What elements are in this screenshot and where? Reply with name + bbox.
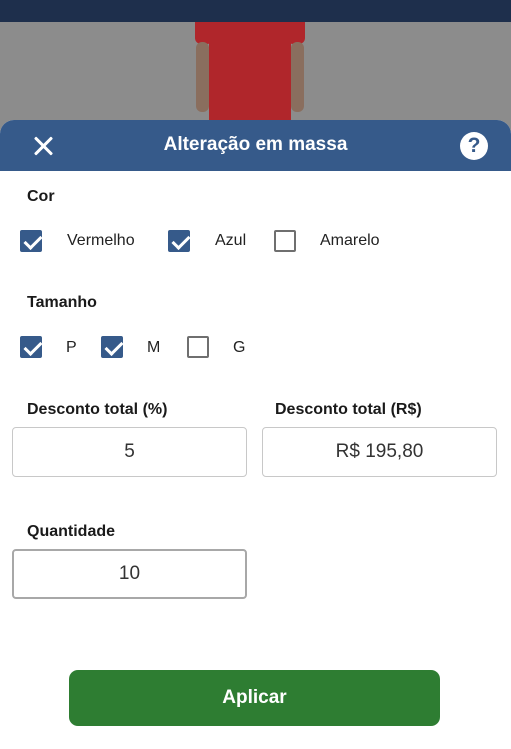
desconto-rs-input[interactable]: R$ 195,80: [262, 427, 497, 477]
model-arm-right: [291, 42, 304, 112]
quantidade-label: Quantidade: [27, 523, 116, 540]
checkbox-m[interactable]: [101, 336, 123, 358]
product-image-backdrop: [0, 22, 511, 132]
model-arm-left: [196, 42, 209, 112]
tamanho-label: Tamanho: [27, 294, 97, 311]
sheet-title: Alteração em massa: [163, 134, 348, 155]
desconto-pct-input[interactable]: 5: [12, 427, 247, 477]
apply-button[interactable]: Aplicar: [69, 670, 440, 726]
desconto-rs-label: Desconto total (R$): [275, 401, 422, 418]
checkbox-p[interactable]: [20, 336, 42, 358]
help-icon[interactable]: ?: [460, 132, 488, 160]
option-label-amarelo: Amarelo: [320, 232, 380, 249]
checkbox-g[interactable]: [187, 336, 209, 358]
quantidade-input[interactable]: 10: [12, 549, 247, 599]
checkbox-amarelo[interactable]: [274, 230, 296, 252]
checkbox-azul[interactable]: [168, 230, 190, 252]
option-label-azul: Azul: [215, 232, 247, 249]
cor-label: Cor: [27, 188, 55, 205]
option-label-m: M: [147, 339, 161, 356]
option-label-vermelho: Vermelho: [67, 232, 135, 249]
red-shirt-image: [209, 22, 291, 132]
desconto-pct-label: Desconto total (%): [27, 401, 168, 418]
sheet-header: Alteração em massa ?: [0, 120, 511, 171]
checkbox-vermelho[interactable]: [20, 230, 42, 252]
option-label-g: G: [233, 339, 246, 356]
bulk-edit-sheet: Alteração em massa ? Cor Vermelho Azul A…: [0, 120, 511, 749]
status-bar: [0, 0, 511, 22]
option-label-p: P: [66, 339, 77, 356]
